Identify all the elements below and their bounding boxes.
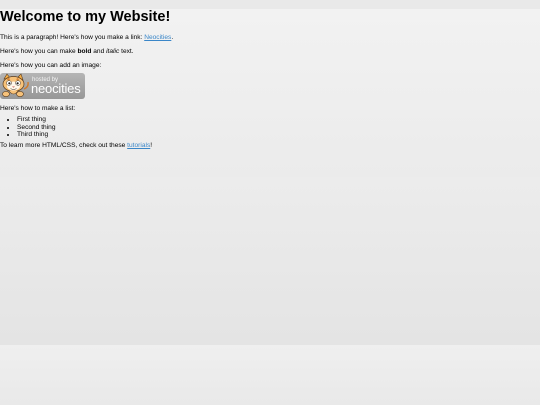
paragraph-tutorials-text-before: To learn more HTML/CSS, check out these — [0, 141, 128, 149]
page-title: Welcome to my Website! — [0, 9, 171, 25]
paragraph-link: This is a paragraph! Here's how you make… — [0, 34, 540, 42]
list-item: First thing — [17, 116, 540, 124]
italic-text: italic — [106, 48, 120, 55]
paragraph-image-intro: Here's how you can add an image: — [0, 62, 102, 69]
paragraph-formatting: Here's how you can make bold and italic … — [0, 48, 540, 56]
paragraph-formatting-text-after: text. — [119, 48, 134, 55]
hosted-by-neocities-badge: hosted by neocities — [0, 73, 85, 99]
thing-list: First thing Second thing Third thing — [0, 116, 540, 139]
neocities-link[interactable]: Neocities — [144, 34, 171, 41]
paragraph-link-text-after: . — [171, 34, 174, 41]
list-item: Third thing — [17, 131, 540, 139]
bold-text: bold — [77, 48, 92, 55]
tutorials-link[interactable]: tutorials — [127, 142, 150, 149]
paragraph-formatting-text-middle: and — [91, 48, 107, 55]
paragraph-list-intro: Here's how to make a list: — [0, 105, 76, 112]
page-content: Welcome to my Website! This is a paragra… — [0, 9, 540, 150]
paragraph-tutorials: To learn more HTML/CSS, check out these … — [0, 142, 540, 150]
background-band-middle — [0, 177, 540, 345]
list-item: Second thing — [17, 124, 540, 132]
paragraph-formatting-text-before: Here's how you can make — [0, 48, 78, 55]
badge-neocities-text: neocities — [31, 81, 81, 96]
paragraph-link-text-before: This is a paragraph! Here's how you make… — [0, 34, 145, 41]
background-band-bottom — [0, 345, 540, 405]
neocities-cat-logo-icon — [2, 73, 29, 97]
paragraph-tutorials-text-after: ! — [150, 141, 153, 149]
